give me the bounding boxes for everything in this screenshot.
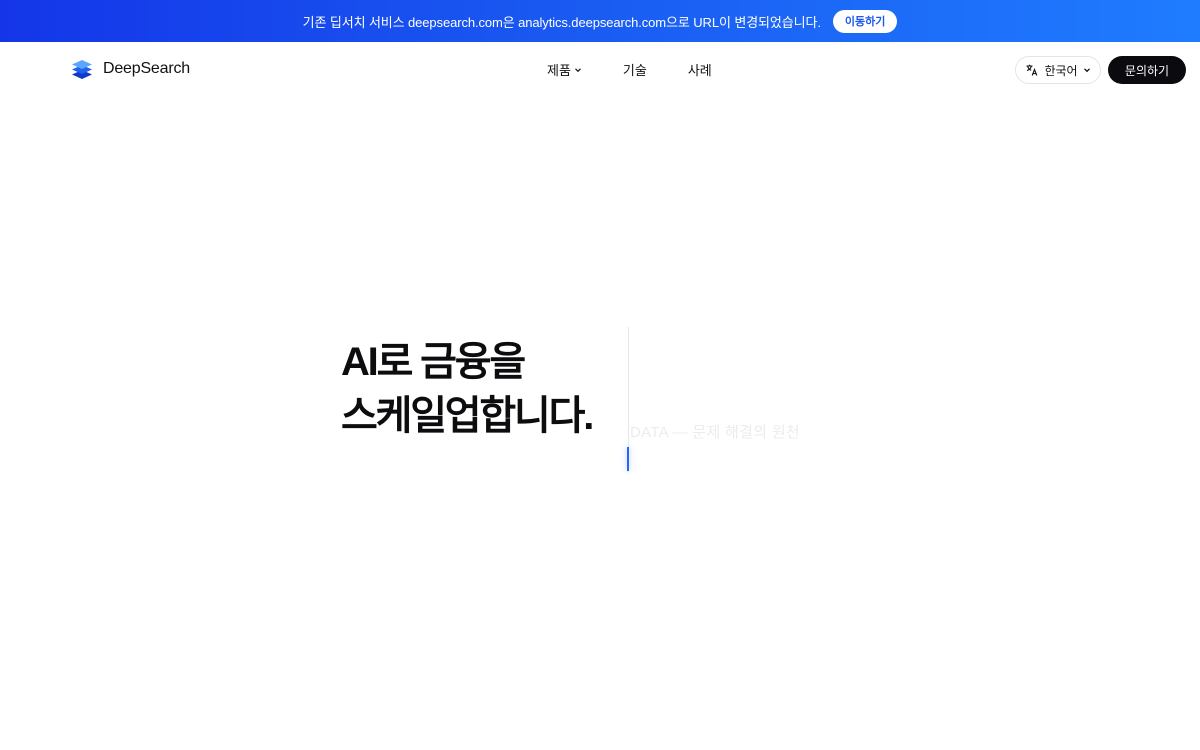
- hero-title: AI로 금융을 스케일업합니다.: [341, 335, 594, 443]
- nav-item-products[interactable]: 제품: [547, 60, 582, 79]
- move-button[interactable]: 이동하기: [832, 9, 898, 33]
- main-nav: 제품 기술 사례: [547, 60, 712, 79]
- logo-link[interactable]: DeepSearch: [70, 57, 190, 81]
- typing-caret: [627, 447, 629, 471]
- nav-item-technology[interactable]: 기술: [623, 60, 647, 79]
- contact-button[interactable]: 문의하기: [1108, 56, 1186, 84]
- banner-message: 기존 딥서치 서비스 deepsearch.com은 analytics.dee…: [302, 14, 821, 30]
- chevron-down-icon: [574, 67, 581, 72]
- logo-text: DeepSearch: [103, 60, 190, 77]
- site-header: DeepSearch 제품 기술 사례 한국어 문의하기: [0, 42, 1200, 98]
- hero-title-line-1: AI로 금융을: [341, 340, 526, 384]
- nav-item-label: 사례: [687, 63, 712, 78]
- nav-item-cases[interactable]: 사례: [688, 60, 712, 79]
- nav-item-label: 제품: [547, 63, 571, 78]
- language-label: 한국어: [1044, 63, 1078, 78]
- deepsearch-logo-icon: [72, 60, 92, 79]
- chevron-down-icon: [1083, 68, 1090, 73]
- nav-item-label: 기술: [622, 63, 647, 78]
- language-selector[interactable]: 한국어: [1015, 56, 1101, 84]
- hero-title-line-2: 스케일업합니다.: [341, 394, 594, 438]
- announcement-banner: 기존 딥서치 서비스 deepsearch.com은 analytics.dee…: [0, 0, 1200, 42]
- hero-rotating-text: DATA — 문제 해결의 원천: [630, 424, 801, 441]
- translate-icon: [1026, 64, 1038, 76]
